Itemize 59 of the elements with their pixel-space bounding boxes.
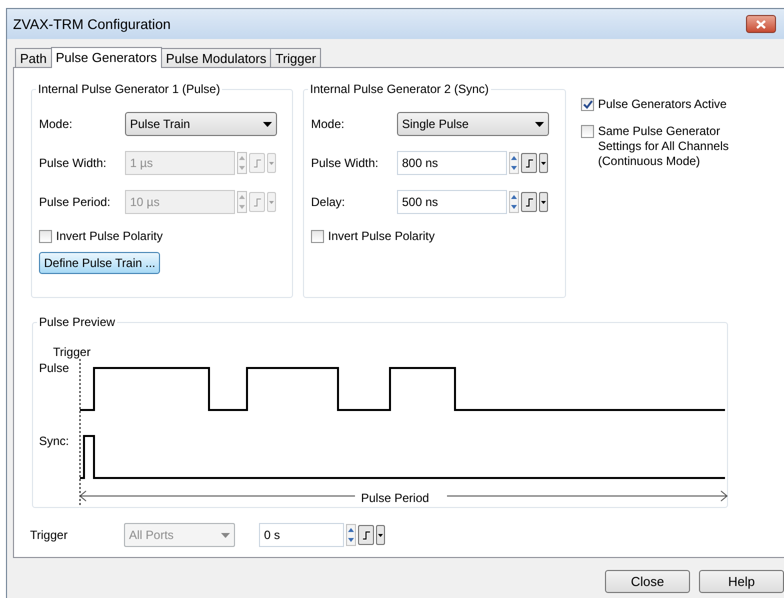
- spin-arrows-icon[interactable]: [509, 191, 519, 213]
- trigger-label: Trigger: [53, 344, 91, 361]
- value-field[interactable]: 800 ns: [397, 151, 507, 175]
- field-label: Mode:: [39, 116, 74, 133]
- close-button[interactable]: [746, 15, 776, 33]
- group-title: Internal Pulse Generator 2 (Sync): [308, 81, 491, 97]
- dropdown-button[interactable]: [539, 153, 548, 173]
- step-button[interactable]: [521, 192, 537, 212]
- caret-icon: [535, 122, 544, 126]
- spin-arrows-icon[interactable]: [509, 152, 519, 174]
- field-label: Pulse Width:: [311, 155, 380, 172]
- checkbox[interactable]: [581, 98, 594, 111]
- tab[interactable]: Pulse Generators: [50, 47, 162, 68]
- checkbox[interactable]: [39, 230, 52, 243]
- step-icon: [362, 530, 370, 540]
- value-field[interactable]: 500 ns: [397, 190, 507, 214]
- pulse-label: Pulse: [39, 360, 70, 377]
- checkbox-label: Invert Pulse Polarity: [56, 229, 163, 244]
- field-label: Mode:: [311, 116, 346, 133]
- checkbox-label: Invert Pulse Polarity: [328, 229, 435, 244]
- caret-icon: [378, 534, 383, 536]
- step-button[interactable]: [358, 525, 374, 545]
- spin-arrows-icon[interactable]: [346, 524, 356, 546]
- dropdown-button[interactable]: [539, 192, 548, 212]
- checkbox[interactable]: [581, 125, 594, 138]
- checkbox-label: Pulse Generators Active: [598, 97, 727, 112]
- check-icon: [582, 100, 592, 109]
- checkbox-label: Same Pulse Generator Settings for All Channels (Continuous Mode): [598, 124, 730, 169]
- dialog-button[interactable]: Help: [699, 570, 784, 593]
- step-icon: [524, 158, 534, 168]
- caret-icon: [541, 200, 546, 204]
- period-label: Pulse Period: [361, 490, 430, 507]
- dialog-button[interactable]: Close: [605, 570, 690, 593]
- close-icon: [756, 20, 766, 28]
- define-pulse-train-button[interactable]: Define Pulse Train ...: [39, 252, 160, 274]
- caret-icon: [269, 200, 274, 204]
- mode-dropdown[interactable]: Single Pulse: [397, 112, 549, 136]
- dropdown-button[interactable]: [376, 525, 385, 545]
- caret-icon: [269, 162, 274, 164]
- value-field[interactable]: 0 s: [259, 523, 344, 547]
- field-label: Trigger: [30, 527, 69, 544]
- window-title: ZVAX-TRM Configuration: [13, 14, 171, 34]
- field-label: Pulse Width:: [39, 155, 108, 172]
- caret-icon: [263, 122, 272, 126]
- checkbox[interactable]: [311, 230, 324, 243]
- tab[interactable]: Pulse Modulators: [160, 48, 272, 67]
- field-label: Delay:: [311, 194, 346, 211]
- step-icon: [252, 158, 262, 168]
- tab[interactable]: Path: [15, 48, 52, 67]
- group-title: Internal Pulse Generator 1 (Pulse): [36, 81, 222, 97]
- caret-icon: [541, 162, 546, 164]
- step-icon: [252, 198, 262, 206]
- tab[interactable]: Trigger: [270, 48, 322, 67]
- sync-label: Sync:: [39, 433, 70, 450]
- mode-dropdown[interactable]: Pulse Train: [125, 112, 277, 136]
- field-label: Pulse Period:: [39, 194, 112, 211]
- step-icon: [524, 198, 534, 206]
- caret-icon: [221, 532, 230, 538]
- step-button[interactable]: [521, 153, 537, 173]
